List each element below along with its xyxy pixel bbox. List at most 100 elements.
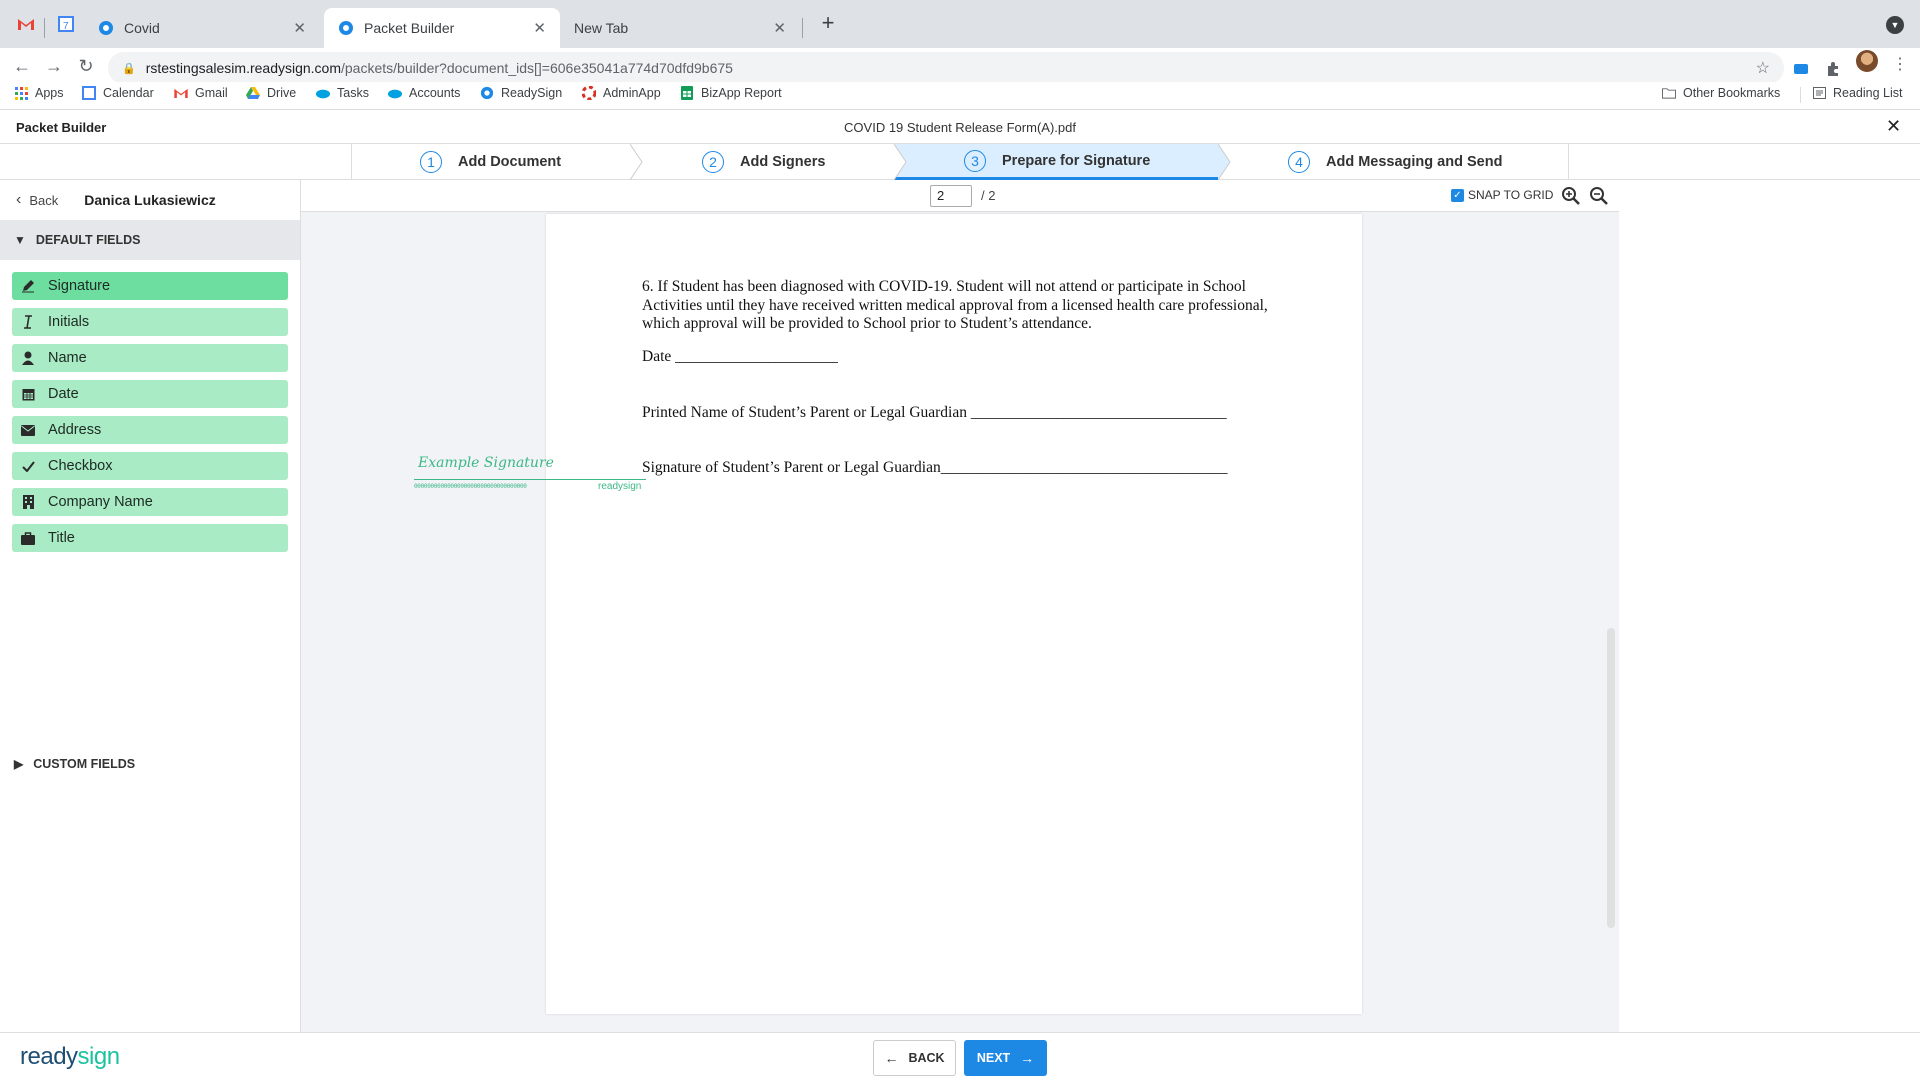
back-arrow-icon[interactable]: ← [10,56,34,77]
calendar-pinned-tab[interactable]: 7 [54,12,78,36]
bookmark-apps[interactable]: Apps [14,86,64,100]
bookmark-calendar[interactable]: Calendar [82,86,154,100]
field-label: Checkbox [48,458,113,474]
field-label: Initials [48,314,90,330]
field-checkbox[interactable]: Checkbox [12,452,288,480]
right-panel [1619,180,1920,1032]
tab-covid[interactable]: Covid ✕ [84,8,320,48]
bookmark-bizapp-report[interactable]: BizApp Report [680,86,782,100]
logo-accent-text: sign [77,1043,121,1070]
section-label: DEFAULT FIELDS [35,233,141,247]
bookmark-label: Gmail [195,86,228,100]
next-button[interactable]: NEXT → [964,1040,1047,1076]
pdf-signature-line: Signature of Student’s Parent or Legal G… [642,459,1228,476]
placed-signature-field[interactable]: Example Signature 0000000000000000000000… [414,455,646,495]
bookmark-tasks[interactable]: Tasks [316,86,369,100]
page-total: / 2 [981,188,996,203]
back-label: Back [29,192,59,208]
other-bookmarks[interactable]: Other Bookmarks [1662,86,1780,100]
fields-sidebar: ‹ Back Danica Lukasiewicz ▼ DEFAULT FIEL… [0,180,301,1032]
gmail-pinned-tab[interactable] [14,12,38,36]
snap-label: SNAP TO GRID [1468,188,1554,202]
browser-tab-strip: 7 Covid ✕ Packet Builder ✕ New Tab ✕ + ▼ [0,0,1920,48]
triangle-right-icon: ▶ [14,757,24,771]
back-link[interactable]: ‹ Back [16,191,58,209]
viewer-scrollbar[interactable] [1607,628,1615,928]
new-tab-button[interactable]: + [814,10,842,36]
step-prepare-for-signature[interactable]: 3 Prepare for Signature [894,144,1218,180]
step-number: 4 [1288,151,1310,173]
pdf-printed-name-line: Printed Name of Student’s Parent or Lega… [642,404,1227,421]
url-path: /packets/builder?document_ids[]=606e3504… [341,60,733,76]
step-divider [1568,144,1569,180]
step-add-messaging-and-send[interactable]: 4 Add Messaging and Send [1234,144,1568,180]
calendar-icon: 7 [58,16,74,32]
address-bar[interactable]: 🔒 rstestingsalesim.readysign.com/packets… [108,52,1784,84]
apps-grid-icon [14,86,28,100]
svg-text:7: 7 [63,21,69,32]
close-tab-icon[interactable]: ✕ [533,19,546,37]
calendar-icon [82,86,96,100]
wizard-steps: 1 Add Document 2 Add Signers 3 Prepare f… [0,144,1920,180]
zoom-in-icon[interactable] [1561,186,1581,206]
close-tab-icon[interactable]: ✕ [293,19,306,37]
field-name[interactable]: Name [12,344,288,372]
field-address[interactable]: Address [12,416,288,444]
extensions-puzzle-icon[interactable] [1824,60,1842,78]
building-icon [20,494,36,510]
tab-separator [44,18,45,38]
reading-list[interactable]: Reading List [1812,86,1903,100]
field-signature[interactable]: Signature [12,272,288,300]
tab-new-tab[interactable]: New Tab ✕ [560,8,800,48]
back-button[interactable]: ← BACK [873,1040,956,1076]
close-tab-icon[interactable]: ✕ [773,19,786,37]
bookmark-readysign[interactable]: ReadySign [480,86,562,100]
checkbox-checked-icon: ✓ [1451,188,1464,202]
close-icon[interactable]: ✕ [1886,116,1901,137]
field-label: Name [48,350,87,366]
step-label: Prepare for Signature [1002,152,1151,169]
sheets-icon [680,86,694,100]
bookmark-star-icon[interactable]: ☆ [1756,58,1770,78]
bookmark-gmail[interactable]: Gmail [174,86,228,100]
bookmark-accounts[interactable]: Accounts [388,86,460,100]
custom-fields-toggle[interactable]: ▶ CUSTOM FIELDS [0,744,300,784]
field-company-name[interactable]: Company Name [12,488,288,516]
forward-arrow-icon[interactable]: → [42,56,66,77]
step-add-document[interactable]: 1 Add Document [352,144,632,180]
reload-icon[interactable]: ↻ [74,56,98,77]
tab-packet-builder[interactable]: Packet Builder ✕ [324,8,560,48]
tab-separator [802,18,803,38]
profile-avatar[interactable] [1856,50,1878,72]
calendar-icon [20,386,36,402]
default-fields-toggle[interactable]: ▼ DEFAULT FIELDS [0,220,300,260]
tab-title: Covid [124,20,160,36]
tab-search-icon[interactable]: ▼ [1886,16,1904,34]
bookmark-separator [1800,87,1801,103]
bookmark-drive[interactable]: Drive [246,86,296,100]
bookmark-adminapp[interactable]: AdminApp [582,86,661,100]
field-initials[interactable]: Initials [12,308,288,336]
signature-brand: readysign [598,481,642,492]
step-number: 1 [420,151,442,173]
step-chevron-icon [894,144,907,180]
lifebuoy-icon [582,86,596,100]
briefcase-icon [20,530,36,546]
readysign-icon [338,20,354,36]
pdf-page: 6. If Student has been diagnosed with CO… [546,214,1362,1014]
signature-code: 0000000000000000000000000000000000 [414,483,527,490]
step-add-signers[interactable]: 2 Add Signers [646,144,894,180]
field-title[interactable]: Title [12,524,288,552]
zoom-out-icon[interactable] [1589,186,1609,206]
document-viewer: 2 / 2 ✓ SNAP TO GRID 6. If Student has b… [301,180,1619,1032]
snap-to-grid-checkbox[interactable]: ✓ SNAP TO GRID [1451,188,1553,202]
page-number-input[interactable]: 2 [930,185,972,207]
envelope-icon [20,422,36,438]
field-label: Address [48,422,102,438]
browser-menu-icon[interactable]: ⋮ [1892,54,1908,74]
chevron-left-icon: ‹ [16,191,22,208]
signer-row: ‹ Back Danica Lukasiewicz [0,180,300,220]
extension-flag-icon[interactable] [1792,60,1810,78]
cloud-icon [388,86,402,100]
field-date[interactable]: Date [12,380,288,408]
